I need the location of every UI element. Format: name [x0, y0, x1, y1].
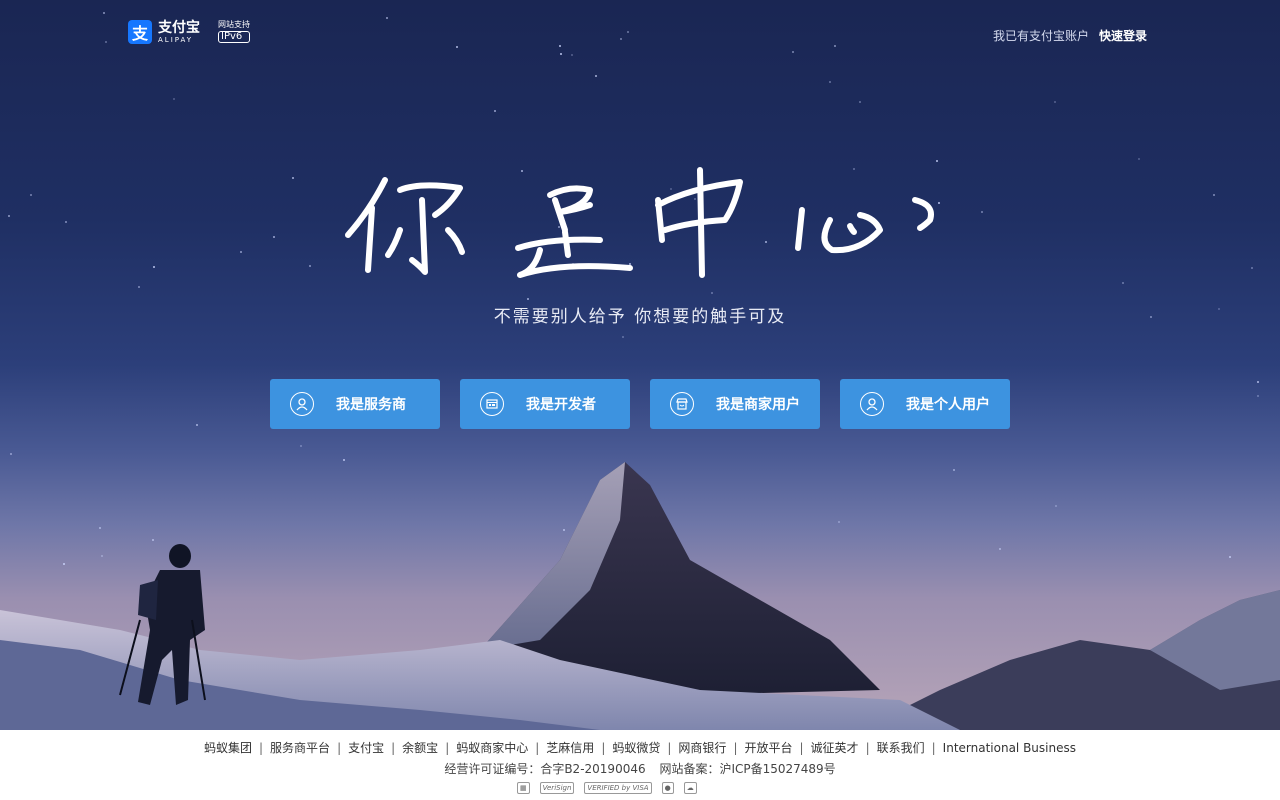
footer: 蚂蚁集团 | 服务商平台 | 支付宝 | 余额宝 | 蚂蚁商家中心 | 芝麻信用 | 蚂蚁微贷 | 网商银行… [0, 730, 1280, 800]
footer-link[interactable]: 蚂蚁集团 [204, 741, 252, 755]
verified-by-visa-badge[interactable]: VERIFIED by VISA [584, 782, 652, 794]
license-number: 经营许可证编号：合字B2-20190046 [444, 762, 646, 776]
ipv6-badge: 网站支持 IPv6 [218, 21, 250, 43]
footer-license: 经营许可证编号：合字B2-20190046 网站备案：沪ICP备15027489… [0, 760, 1280, 777]
footer-separator: | [733, 741, 738, 755]
footer-separator: | [799, 741, 804, 755]
quick-login-link[interactable]: 快速登录 [1099, 27, 1147, 44]
developer-button[interactable]: 我是开发者 [460, 379, 630, 429]
footer-separator: | [535, 741, 540, 755]
footer-link[interactable]: 开放平台 [744, 741, 792, 755]
merchant-user-button[interactable]: 我是商家用户 [650, 379, 820, 429]
footer-link[interactable]: 网商银行 [678, 741, 726, 755]
logo-text-cn: 支付宝 [158, 19, 200, 36]
login-prompt: 我已有支付宝账户 快速登录 [993, 27, 1147, 44]
icp-record: 网站备案：沪ICP备15027489号 [659, 762, 836, 776]
footer-link[interactable]: 诚征英才 [811, 741, 859, 755]
gov-badge-icon[interactable]: ▦ [517, 782, 530, 794]
footer-link[interactable]: 服务商平台 [270, 741, 330, 755]
personal-user-label: 我是个人用户 [906, 397, 990, 413]
footer-separator: | [445, 741, 450, 755]
hero-banner: 支 支付宝 ALIPAY 网站支持 IPv6 我已有支付宝账户 快速登录 不需要… [0, 0, 1280, 730]
cloud-badge-icon[interactable]: ☁ [683, 782, 697, 794]
footer-separator: | [391, 741, 396, 755]
developer-label: 我是开发者 [526, 397, 596, 413]
mountain-landscape [0, 462, 1280, 730]
footer-link[interactable]: 芝麻信用 [546, 741, 594, 755]
ipv6-caption: 网站支持 [218, 20, 250, 29]
footer-links: 蚂蚁集团 | 服务商平台 | 支付宝 | 余额宝 | 蚂蚁商家中心 | 芝麻信用 | 蚂蚁微贷 | 网商银行… [0, 739, 1280, 756]
verisign-badge[interactable]: VeriSign [539, 782, 575, 794]
ipv6-label: IPv6 [218, 31, 250, 43]
store-icon [670, 392, 694, 416]
user-icon [860, 392, 884, 416]
role-buttons: 我是服务商 我是开发者 我是商家用户 我是个人用户 [270, 379, 1010, 429]
hero-subtitle: 不需要别人给予 你想要的触手可及 [493, 307, 787, 327]
footer-link[interactable]: 蚂蚁微贷 [612, 741, 660, 755]
footer-separator: | [337, 741, 342, 755]
police-badge-icon[interactable]: ● [661, 782, 674, 794]
footer-link[interactable]: International Business [943, 741, 1076, 755]
footer-separator: | [865, 741, 870, 755]
footer-link[interactable]: 联系我们 [877, 741, 925, 755]
headline-calligraphy [345, 167, 934, 278]
service-provider-button[interactable]: 我是服务商 [270, 379, 440, 429]
logo-text-en: ALIPAY [158, 35, 194, 44]
alipay-logo-icon: 支 [128, 20, 152, 44]
alipay-logo[interactable]: 支 支付宝 ALIPAY 网站支持 IPv6 [128, 20, 250, 44]
footer-separator: | [667, 741, 672, 755]
user-icon [290, 392, 314, 416]
has-account-text: 我已有支付宝账户 [992, 29, 1089, 43]
footer-link[interactable]: 支付宝 [348, 741, 384, 755]
footer-link[interactable]: 余额宝 [402, 741, 438, 755]
footer-separator: | [931, 741, 936, 755]
service-provider-label: 我是服务商 [336, 397, 406, 413]
footer-separator: | [259, 741, 264, 755]
footer-link[interactable]: 蚂蚁商家中心 [456, 741, 528, 755]
merchant-user-label: 我是商家用户 [716, 397, 800, 413]
footer-separator: | [601, 741, 606, 755]
personal-user-button[interactable]: 我是个人用户 [840, 379, 1010, 429]
code-window-icon [480, 392, 504, 416]
trust-badges: ▦ VeriSign VERIFIED by VISA ● ☁ [517, 782, 697, 794]
logo-text: 支付宝 ALIPAY [158, 21, 200, 44]
